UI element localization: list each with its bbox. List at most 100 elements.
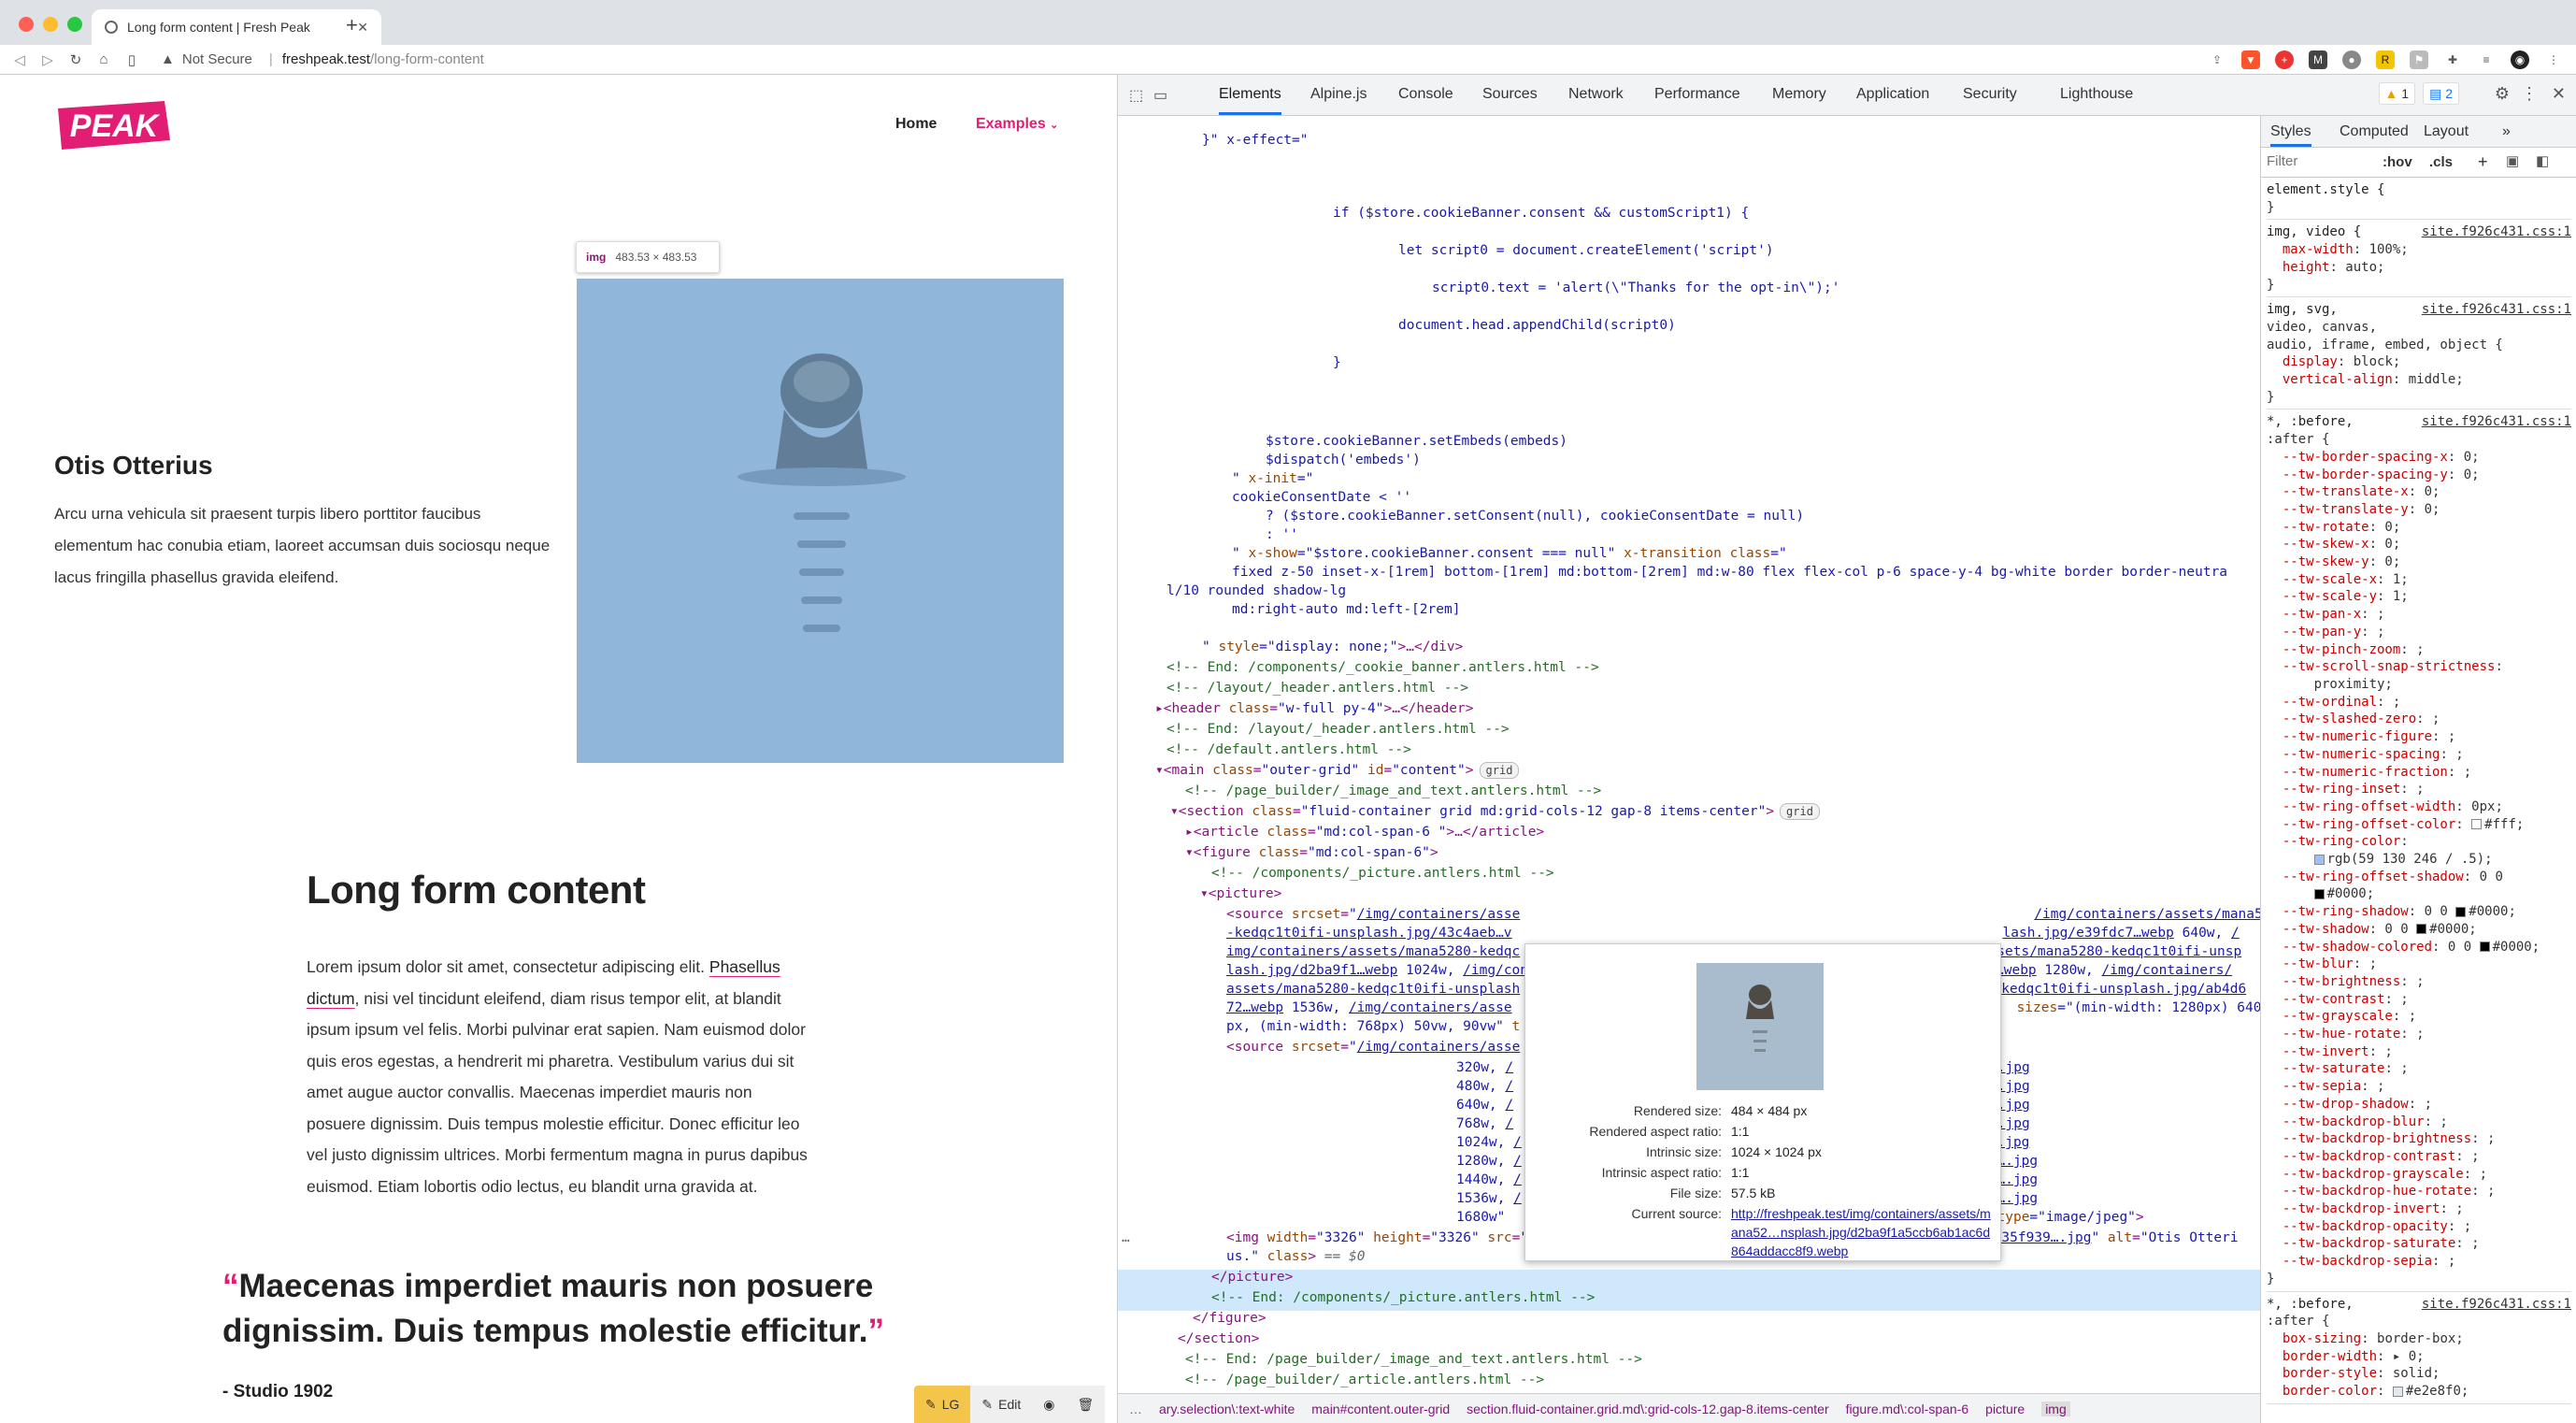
code-line: ▾<section class="fluid-container grid md… [1170, 802, 1820, 822]
devtools-more-icon[interactable]: ⋮ [2521, 84, 2538, 104]
breadcrumb-more[interactable]: … [1129, 1401, 1142, 1416]
breadcrumb-item[interactable]: ary.selection\:text-white [1159, 1401, 1295, 1416]
maximize-window-button[interactable] [67, 17, 82, 32]
extension-red-icon[interactable]: + [2275, 50, 2294, 69]
tab-network[interactable]: Network [1568, 86, 1624, 103]
add-rule-icon[interactable]: + [2478, 152, 2488, 172]
extension-flag-icon[interactable]: ⚑ [2410, 50, 2428, 69]
back-icon[interactable]: ◁ [11, 51, 28, 68]
warning-triangle-icon: ▲ [2384, 86, 2398, 101]
close-tab-icon[interactable]: ✕ [357, 20, 368, 36]
close-window-button[interactable] [19, 17, 34, 32]
tab-application[interactable]: Application [1856, 86, 1929, 103]
extension-globe-icon[interactable]: ● [2342, 50, 2361, 69]
toggle-sidebar-icon[interactable]: ◧ [2536, 152, 2549, 169]
styles-filter-bar: :hov .cls + ▣ ◧ [2261, 148, 2576, 178]
image-preview-popup: Rendered size: 484 × 484 px Rendered aspe… [1524, 943, 2001, 1261]
code-line: : '' [1266, 527, 1298, 542]
edit-button[interactable]: ✎ Edit [970, 1386, 1033, 1423]
inspect-element-icon[interactable]: ⬚ [1129, 86, 1143, 105]
issues-icon: ▤ [2429, 85, 2442, 101]
tab-styles[interactable]: Styles [2270, 123, 2311, 147]
nav-examples[interactable]: Examples ⌄ [976, 116, 1058, 133]
tab-computed[interactable]: Computed [2340, 123, 2409, 140]
nav-home[interactable]: Home [895, 116, 937, 133]
hov-toggle[interactable]: :hov [2383, 154, 2412, 170]
elements-tree[interactable]: }" x-effect=" if ($store.cookieBanner.co… [1118, 116, 2260, 1416]
code-line: " style="display: none;">…</div> [1202, 640, 1464, 654]
tab-security[interactable]: Security [1963, 86, 2017, 103]
bookmark-icon[interactable]: ▯ [123, 51, 140, 68]
more-tabs-icon[interactable]: » [2502, 123, 2511, 140]
code-line: px, (min-width: 768px) 50vw, 90vw" t [1226, 1019, 1521, 1034]
issues-badge[interactable]: ▤ 2 [2423, 82, 2459, 105]
styles-pane: Styles Computed Layout » :hov .cls + ▣ ◧… [2260, 116, 2576, 1423]
preview-thumbnail [1696, 963, 1824, 1090]
breadcrumb-item[interactable]: figure.md\:col-span-6 [1846, 1401, 1969, 1416]
website-viewport: PEAK Home Examples ⌄ img 483.53 × 483.53… [0, 75, 1117, 1423]
peak-logo[interactable]: PEAK [54, 97, 174, 153]
nav-examples-label: Examples [976, 116, 1046, 132]
code-line: … [1122, 1230, 1130, 1245]
settings-gear-icon[interactable]: ⚙ [2495, 84, 2510, 104]
code-line: <!-- End: /components/_picture.antlers.h… [1211, 1290, 1596, 1305]
reload-icon[interactable]: ↻ [67, 51, 84, 68]
close-devtools-icon[interactable]: ✕ [2552, 84, 2566, 104]
code-line: ? ($store.cookieBanner.setConsent(null),… [1266, 509, 1805, 524]
breadcrumb-item[interactable]: img [2041, 1401, 2070, 1416]
puzzle-icon[interactable]: ✚ [2443, 50, 2462, 69]
share-icon[interactable]: ⇪ [2208, 50, 2226, 69]
intrinsic-aspect-value: 1:1 [1731, 1165, 1750, 1180]
intrinsic-aspect-label: Intrinsic aspect ratio: [1601, 1165, 1722, 1180]
tab-sources[interactable]: Sources [1482, 86, 1538, 103]
browser-tab[interactable]: Long form content | Fresh Peak ✕ [92, 9, 381, 45]
home-icon[interactable]: ⌂ [95, 51, 112, 67]
tab-performance[interactable]: Performance [1654, 86, 1740, 103]
profile-avatar[interactable]: ◉ [2511, 50, 2529, 69]
tab-layout[interactable]: Layout [2424, 123, 2469, 140]
breadcrumb-item[interactable]: main#content.outer-grid [1311, 1401, 1450, 1416]
playlist-icon[interactable]: ≡ [2477, 50, 2496, 69]
brave-shield-icon[interactable]: ▼ [2241, 50, 2260, 69]
device-toolbar-icon[interactable]: ▭ [1153, 86, 1167, 105]
tab-lighthouse[interactable]: Lighthouse [2060, 86, 2133, 103]
tab-elements[interactable]: Elements [1219, 86, 1281, 115]
article-body: Lorem ipsum dolor sit amet, consectetur … [307, 952, 811, 1202]
tab-console[interactable]: Console [1398, 86, 1453, 103]
extension-mail-icon[interactable]: M [2309, 50, 2327, 69]
paint-icon[interactable]: ▣ [2506, 152, 2519, 169]
tab-memory[interactable]: Memory [1772, 86, 1826, 103]
code-line: -kedqc1t0ifi-unsplash.jpg/43c4aeb…v lash.… [1226, 926, 2240, 941]
current-source-link[interactable]: http://freshpeak.test/img/containers/ass… [1731, 1204, 1993, 1260]
code-line: <source srcset="/img/containers/asse/img… [1226, 907, 2260, 922]
breadcrumb-item[interactable]: picture [1985, 1401, 2025, 1416]
code-line: $store.cookieBanner.setEmbeds(embeds) [1266, 434, 1568, 449]
current-source-label: Current source: [1631, 1206, 1722, 1221]
code-line: let script0 = document.createElement('sc… [1398, 243, 1774, 258]
url-field[interactable]: ▲ Not Secure | freshpeak.test/long-form-con… [161, 51, 484, 67]
breakpoint-button[interactable]: ✎ LG [914, 1386, 971, 1423]
hero-text: Arcu urna vehicula sit praesent turpis l… [54, 505, 551, 586]
warnings-badge[interactable]: ▲ 1 [2378, 82, 2416, 105]
preview-button[interactable]: ◉ [1032, 1386, 1066, 1423]
intrinsic-size-label: Intrinsic size: [1646, 1144, 1722, 1159]
logo-text: PEAK [70, 108, 161, 144]
menu-icon[interactable]: ⋮ [2544, 50, 2563, 69]
code-line: $dispatch('embeds') [1266, 453, 1421, 467]
new-tab-button[interactable]: + [346, 13, 358, 37]
forward-icon[interactable]: ▷ [39, 51, 56, 68]
breadcrumb-item[interactable]: section.fluid-container.grid.md\:grid-co… [1467, 1401, 1829, 1416]
pull-quote: “Maecenas imperdiet mauris non posuere d… [222, 1268, 884, 1349]
minimize-window-button[interactable] [43, 17, 58, 32]
cls-toggle[interactable]: .cls [2429, 154, 2453, 170]
otter-image[interactable] [577, 279, 1064, 763]
edit-icon: ✎ [981, 1396, 994, 1412]
tab-alpine[interactable]: Alpine.js [1310, 86, 1367, 103]
file-size-value: 57.5 kB [1731, 1186, 1776, 1200]
code-line: fixed z-50 inset-x-[1rem] bottom-[1rem] … [1232, 565, 2228, 580]
extension-r-icon[interactable]: R [2376, 50, 2395, 69]
page-title: Long form content [307, 868, 646, 912]
delete-button[interactable]: 🗑 [1066, 1386, 1106, 1423]
rendered-size-value: 484 × 484 px [1731, 1103, 1808, 1118]
styles-filter-input[interactable] [2267, 153, 2360, 169]
